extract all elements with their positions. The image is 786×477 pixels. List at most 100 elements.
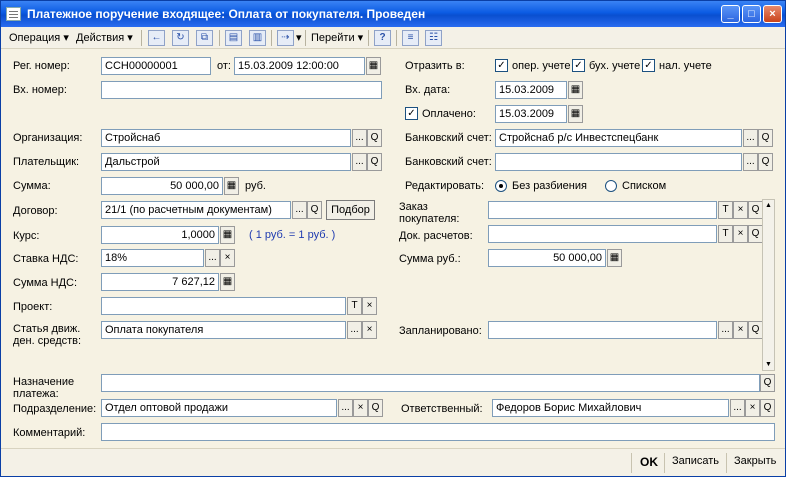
reg-number-field[interactable]: ССН00000001	[101, 57, 211, 75]
select-icon[interactable]: ...	[347, 321, 362, 339]
tree-list-icon[interactable]: ☷	[425, 30, 442, 46]
search-icon[interactable]: Q	[748, 225, 763, 243]
calculator-icon[interactable]: ▦	[220, 273, 235, 291]
clear-icon[interactable]: ×	[733, 225, 748, 243]
in-number-field[interactable]	[101, 81, 382, 99]
text-icon[interactable]: T	[718, 201, 733, 219]
edit-label: Редактировать:	[405, 180, 485, 192]
sum-rub-field[interactable]: 50 000,00	[488, 249, 606, 267]
clear-icon[interactable]: ×	[220, 249, 235, 267]
sum-unit: руб.	[245, 180, 266, 192]
reflect-nal-checkbox[interactable]: ✓	[642, 59, 655, 72]
document-icon	[6, 7, 21, 21]
search-icon[interactable]: Q	[368, 399, 383, 417]
structure-icon[interactable]: ⇢	[277, 30, 294, 46]
search-icon[interactable]: Q	[748, 321, 763, 339]
scroll-up-icon[interactable]: ▲	[763, 200, 774, 211]
minimize-button[interactable]: _	[721, 5, 740, 23]
vat-sum-field[interactable]: 7 627,12	[101, 273, 219, 291]
in-date-field[interactable]: 15.03.2009	[495, 81, 567, 99]
clear-icon[interactable]: ×	[362, 321, 377, 339]
edit-list-radio[interactable]	[605, 180, 617, 192]
save-button[interactable]: Записать	[672, 455, 719, 467]
clear-icon[interactable]: ×	[733, 201, 748, 219]
help-icon[interactable]: ?	[374, 30, 391, 46]
select-icon[interactable]: ...	[205, 249, 220, 267]
post-document-icon[interactable]: ▤	[225, 30, 242, 46]
calculator-icon[interactable]: ▦	[220, 226, 235, 244]
sum-field[interactable]: 50 000,00	[101, 177, 223, 195]
search-icon[interactable]: Q	[307, 201, 322, 219]
vertical-scrollbar[interactable]: ▲ ▼	[762, 199, 775, 371]
calculator-icon[interactable]: ▦	[607, 249, 622, 267]
clear-icon[interactable]: ×	[362, 297, 377, 315]
menu-goto[interactable]: Перейти ▾	[311, 31, 363, 44]
select-button[interactable]: Подбор	[326, 200, 375, 220]
search-icon[interactable]: Q	[367, 129, 382, 147]
search-icon[interactable]: Q	[760, 374, 775, 392]
select-icon[interactable]: ...	[718, 321, 733, 339]
search-icon[interactable]: Q	[758, 129, 773, 147]
vat-sum-label: Сумма НДС:	[13, 277, 78, 289]
select-icon[interactable]: ...	[352, 129, 367, 147]
select-icon[interactable]: ...	[292, 201, 307, 219]
search-icon[interactable]: Q	[758, 153, 773, 171]
list-icon[interactable]: ≡	[402, 30, 419, 46]
select-icon[interactable]: ...	[743, 129, 758, 147]
edit-nosplit-radio[interactable]	[495, 180, 507, 192]
maximize-button[interactable]: □	[742, 5, 761, 23]
menu-actions[interactable]: Действия ▾	[76, 31, 133, 44]
scroll-down-icon[interactable]: ▼	[763, 359, 774, 370]
unpost-document-icon[interactable]: ▥	[249, 30, 266, 46]
status-separator	[726, 453, 727, 473]
contract-field[interactable]: 21/1 (по расчетным документам)	[101, 201, 291, 219]
close-window-button[interactable]: ×	[763, 5, 782, 23]
responsible-field[interactable]: Федоров Борис Михайлович	[492, 399, 729, 417]
rate-field[interactable]: 1,0000	[101, 226, 219, 244]
status-separator	[664, 453, 665, 473]
payer-field[interactable]: Дальстрой	[101, 153, 351, 171]
menu-operation[interactable]: Операция ▾	[9, 31, 69, 44]
select-icon[interactable]: ...	[352, 153, 367, 171]
org-field[interactable]: Стройснаб	[101, 129, 351, 147]
search-icon[interactable]: Q	[760, 399, 775, 417]
refresh-icon[interactable]: ↻	[172, 30, 189, 46]
back-arrow-icon[interactable]: ←	[148, 30, 165, 46]
calculator-icon[interactable]: ▦	[224, 177, 239, 195]
comment-field[interactable]	[101, 423, 775, 441]
select-icon[interactable]: ...	[730, 399, 745, 417]
settle-doc-field[interactable]	[488, 225, 717, 243]
purpose-field[interactable]	[101, 374, 760, 392]
bank-acc-field[interactable]: Стройснаб р/с Инвестспецбанк	[495, 129, 742, 147]
bank-acc2-field[interactable]	[495, 153, 742, 171]
project-field[interactable]	[101, 297, 346, 315]
clear-icon[interactable]: ×	[353, 399, 368, 417]
close-button[interactable]: Закрыть	[734, 455, 776, 467]
search-icon[interactable]: Q	[367, 153, 382, 171]
text-icon[interactable]: T	[718, 225, 733, 243]
copy-icon[interactable]: ⧉	[196, 30, 213, 46]
date-field[interactable]: 15.03.2009 12:00:00	[234, 57, 365, 75]
select-icon[interactable]: ...	[743, 153, 758, 171]
calendar-icon[interactable]: ▦	[568, 105, 583, 123]
clear-icon[interactable]: ×	[745, 399, 760, 417]
division-field[interactable]: Отдел оптовой продажи	[101, 399, 337, 417]
reflect-oper-checkbox[interactable]: ✓	[495, 59, 508, 72]
paid-date-field[interactable]: 15.03.2009	[495, 105, 567, 123]
cashflow-field[interactable]: Оплата покупателя	[101, 321, 346, 339]
text-icon[interactable]: T	[347, 297, 362, 315]
structure-dropdown-icon[interactable]: ▾	[296, 31, 302, 44]
planned-field[interactable]	[488, 321, 717, 339]
in-number-label: Вх. номер:	[13, 84, 67, 96]
calendar-icon[interactable]: ▦	[366, 57, 381, 75]
select-icon[interactable]: ...	[338, 399, 353, 417]
clear-icon[interactable]: ×	[733, 321, 748, 339]
ok-button[interactable]: OK	[640, 455, 658, 469]
order-field[interactable]	[488, 201, 717, 219]
vat-rate-field[interactable]: 18%	[101, 249, 204, 267]
calendar-icon[interactable]: ▦	[568, 81, 583, 99]
reflect-buh-checkbox[interactable]: ✓	[572, 59, 585, 72]
paid-checkbox[interactable]: ✓	[405, 107, 418, 120]
toolbar-separator	[396, 30, 397, 46]
search-icon[interactable]: Q	[748, 201, 763, 219]
